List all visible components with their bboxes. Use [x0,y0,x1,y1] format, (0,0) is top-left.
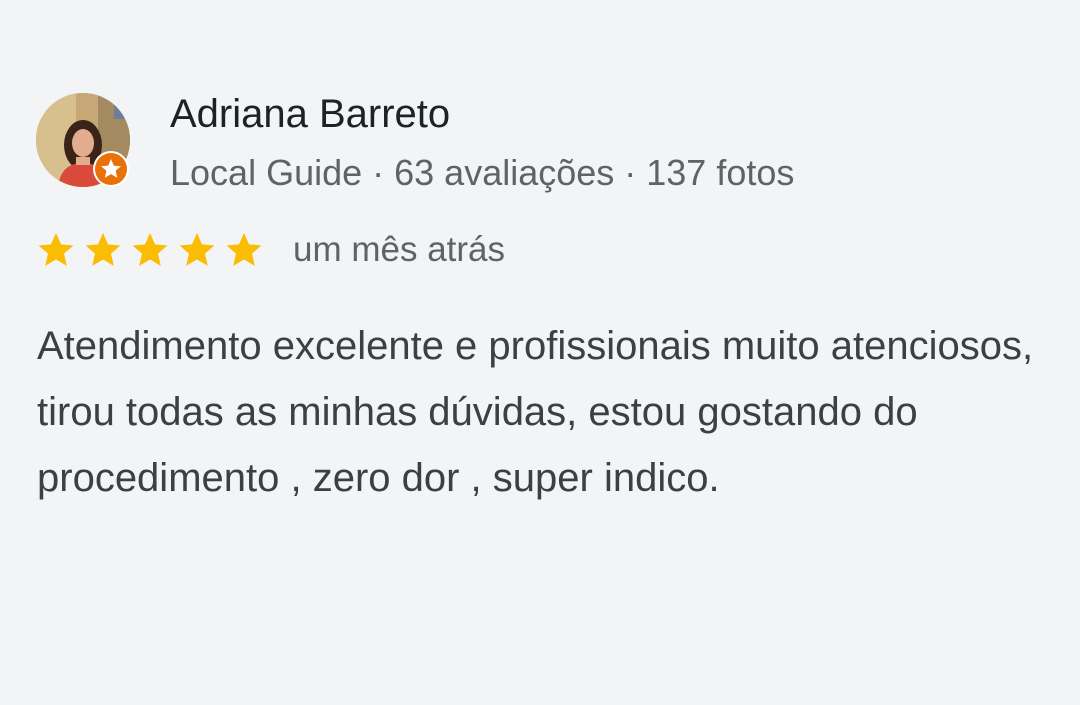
reviewer-meta: Local Guide · 63 avaliações · 137 fotos [170,152,795,193]
star-rating [36,230,271,270]
star-icon [179,233,215,266]
reviewer-name[interactable]: Adriana Barreto [170,88,450,140]
star-icon [132,233,168,266]
star-icon [85,233,121,266]
avatar[interactable] [36,93,130,187]
star-icon [38,233,74,266]
star-icon [226,233,262,266]
review-text: Atendimento excelente e profissionais mu… [37,324,1034,500]
review-card: Adriana Barreto Local Guide · 63 avaliaç… [0,0,1080,705]
rating-row: um mês atrás [36,226,505,274]
review-time: um mês atrás [293,230,505,269]
local-guide-badge-icon [93,151,129,187]
